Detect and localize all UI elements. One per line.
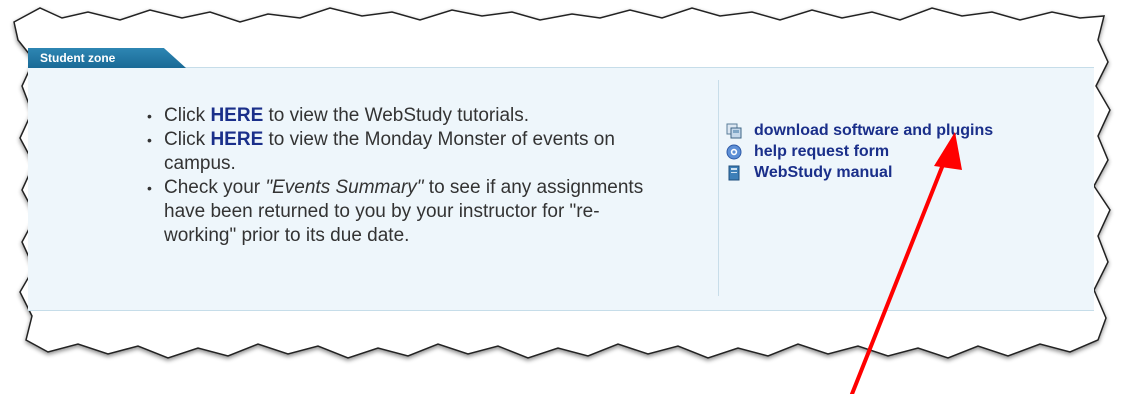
- red-annotation-arrow: [850, 132, 962, 394]
